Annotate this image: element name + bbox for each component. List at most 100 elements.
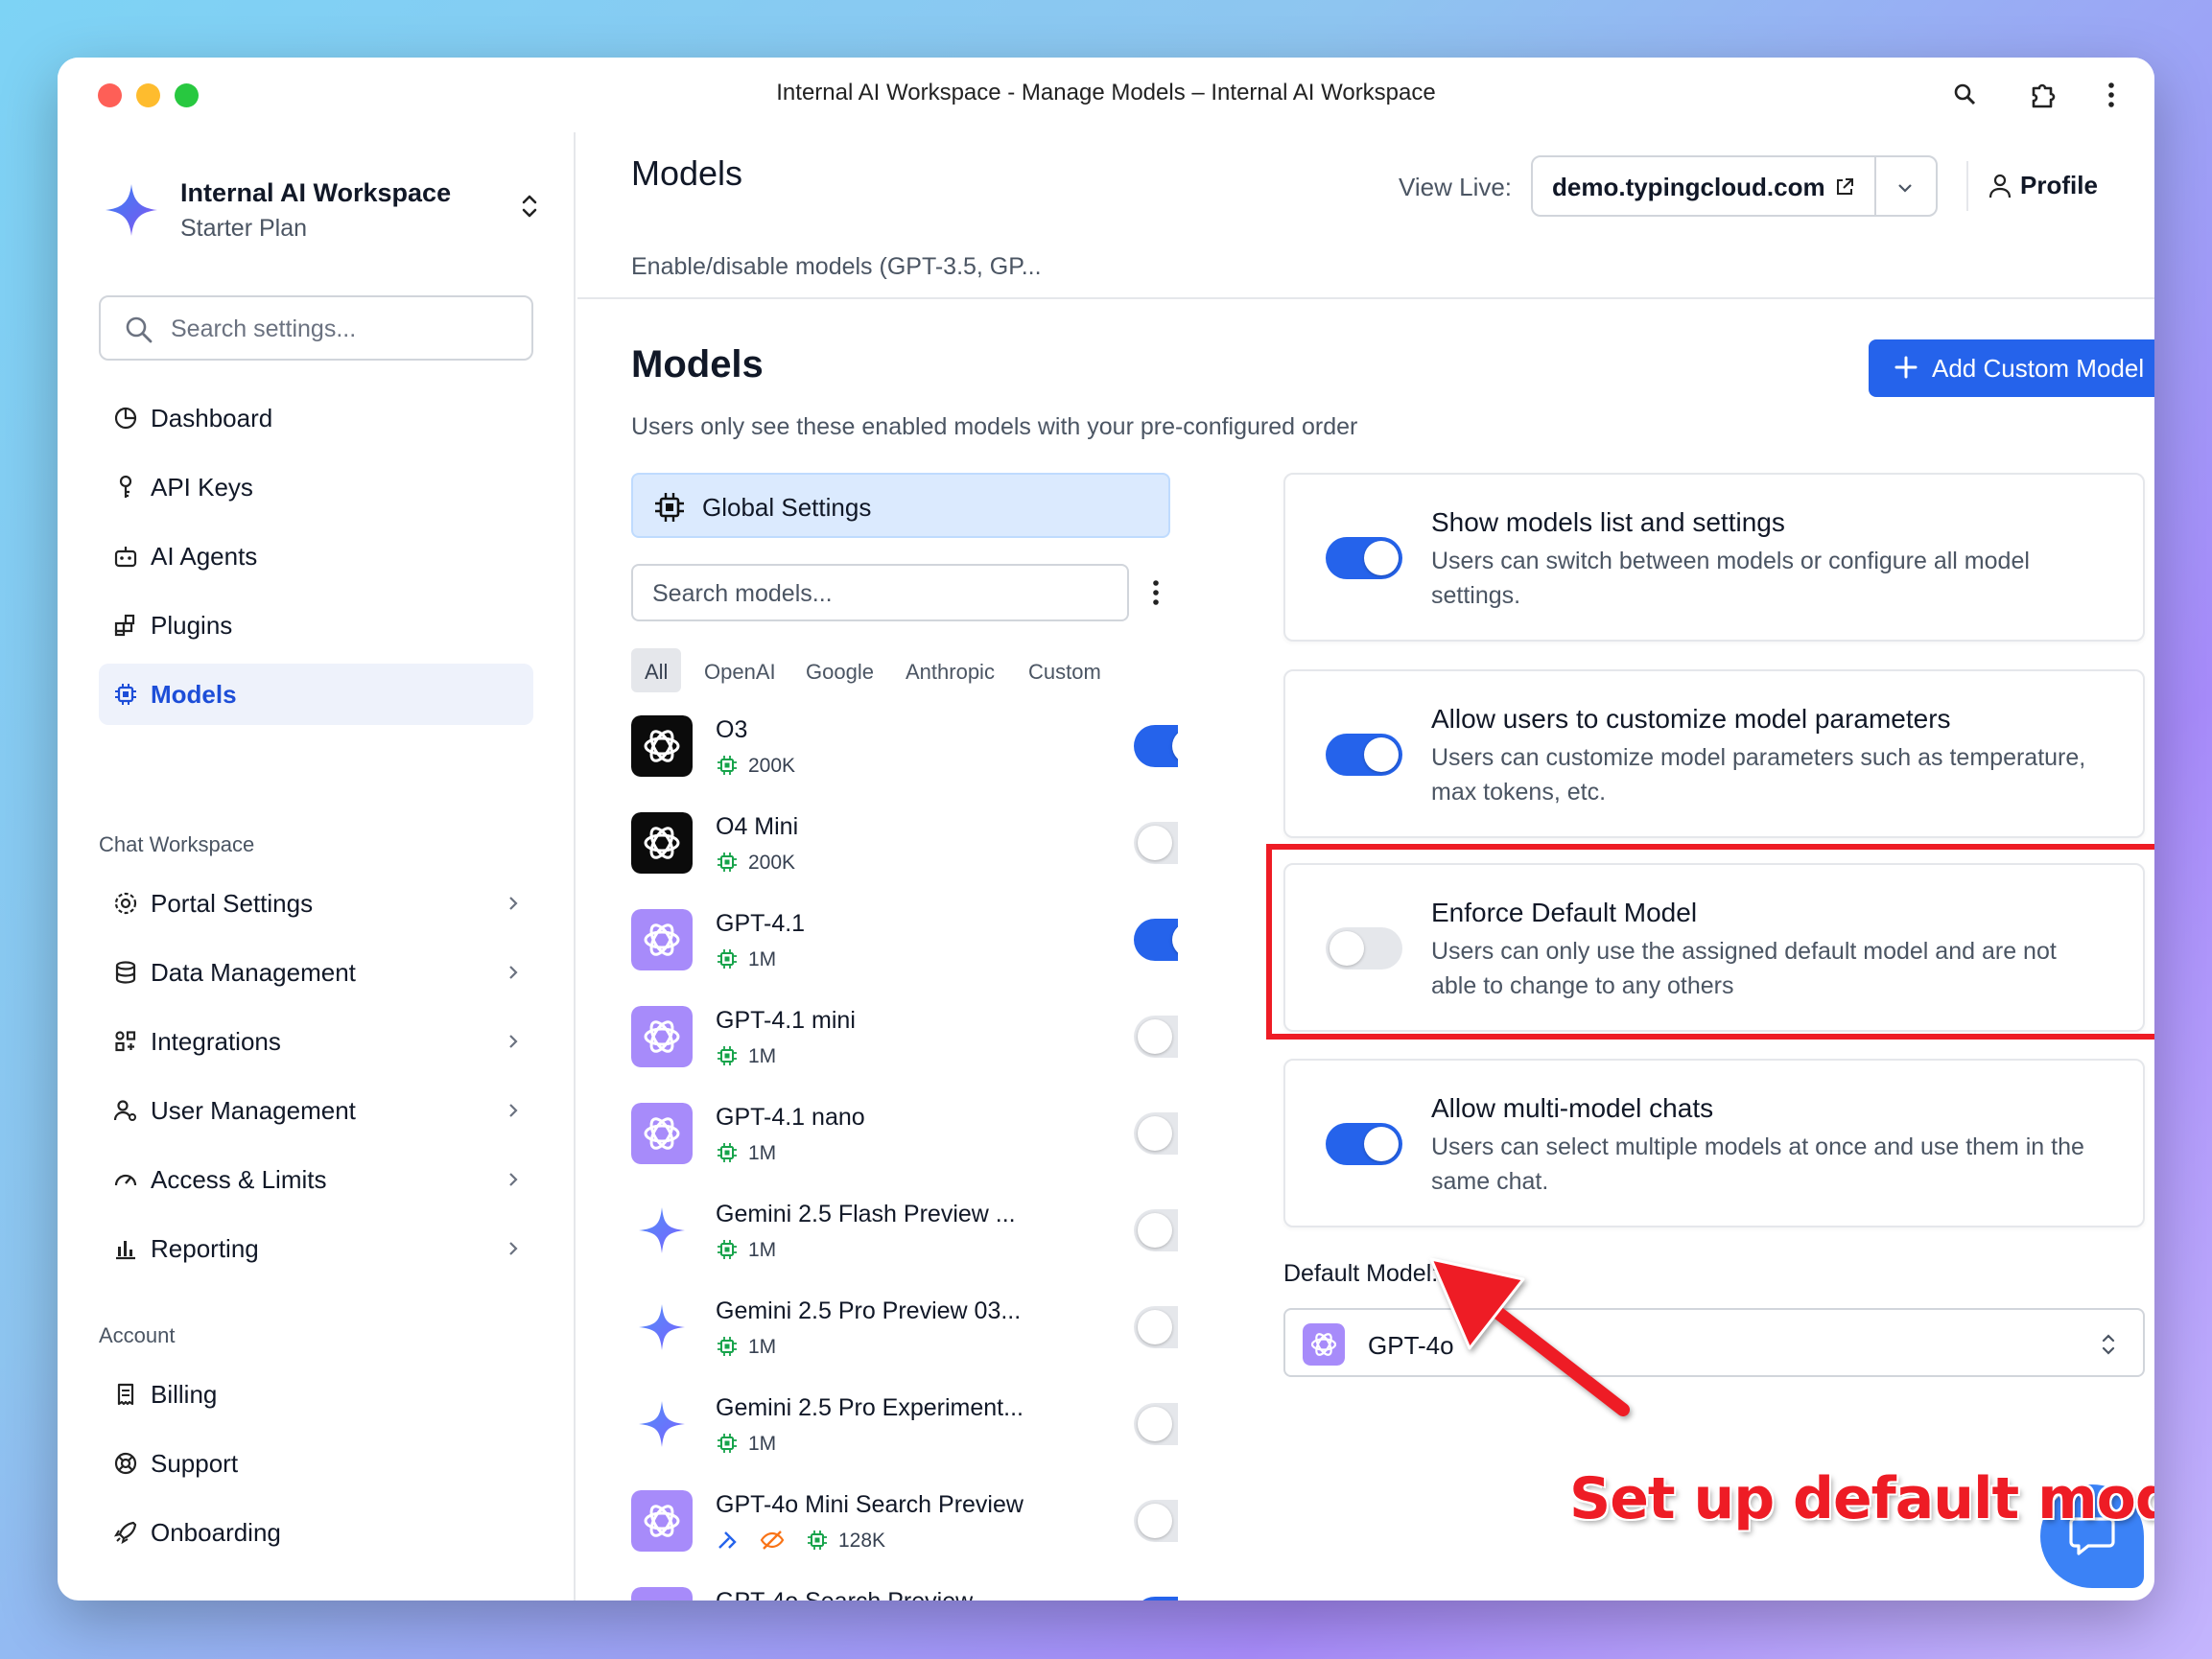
users-icon	[113, 1100, 136, 1121]
section-chat-workspace: Chat Workspace	[99, 832, 255, 856]
model-name: GPT-4.1	[716, 910, 806, 937]
sidebar-item-user-management[interactable]: User Management	[99, 1080, 533, 1141]
page-title: Models	[631, 153, 743, 193]
settings-search-input[interactable]: Search settings...	[99, 295, 533, 361]
sidebar-item-access-limits[interactable]: Access & Limits	[99, 1149, 533, 1210]
model-name: Gemini 2.5 Pro Experiment...	[716, 1394, 1024, 1421]
model-context: 1M	[748, 1045, 777, 1067]
context-chip-icon	[718, 949, 737, 969]
default-model-select[interactable]: GPT-4o	[1283, 1308, 2145, 1377]
model-toggle[interactable]	[1134, 1500, 1178, 1542]
sidebar-item-reporting[interactable]: Reporting	[99, 1218, 533, 1279]
model-toggle[interactable]	[1134, 1403, 1178, 1445]
page-subtitle: Enable/disable models (GPT-3.5, GP...	[631, 253, 1042, 280]
toggle-switch[interactable]	[1326, 1123, 1402, 1165]
context-chip-icon	[718, 1337, 737, 1356]
context-chip-icon	[808, 1530, 827, 1550]
openai-logo-icon	[631, 1103, 693, 1164]
chevron-right-icon	[509, 1242, 518, 1255]
bar-chart-icon	[116, 1241, 135, 1260]
add-custom-model-label: Add Custom Model	[1932, 354, 2145, 383]
model-toggle[interactable]	[1134, 822, 1178, 864]
annotation-label: Set up default model	[1569, 1465, 2154, 1532]
more-menu-icon[interactable]	[2091, 75, 2131, 115]
sidebar-item-label: Dashboard	[151, 404, 273, 432]
sidebar-item-integrations[interactable]: Integrations	[99, 1011, 533, 1072]
sidebar-item-api-keys[interactable]: API Keys	[99, 456, 533, 518]
add-custom-model-button[interactable]: Add Custom Model	[1869, 339, 2154, 397]
sidebar-item-ai-agents[interactable]: AI Agents	[99, 526, 533, 587]
zoom-icon[interactable]	[1945, 75, 1986, 115]
model-name: Gemini 2.5 Flash Preview ...	[716, 1201, 1016, 1227]
chevron-right-icon	[509, 966, 518, 979]
workspace-switcher[interactable]: Internal AI Workspace Starter Plan	[102, 171, 543, 247]
section-heading: Models	[631, 343, 764, 386]
bot-icon	[114, 547, 137, 568]
sidebar-item-label: Portal Settings	[151, 889, 314, 918]
toggle-knob	[1138, 1019, 1172, 1054]
model-context: 1M	[748, 1142, 777, 1164]
sidebar-item-portal-settings[interactable]: Portal Settings	[99, 873, 533, 934]
model-toggle[interactable]	[1134, 919, 1178, 961]
toggle-switch[interactable]	[1326, 734, 1402, 776]
model-row: Gemini 2.5 Flash Preview ... 1M	[631, 1200, 1178, 1286]
model-name: O4 Mini	[716, 813, 799, 840]
model-name: GPT-4.1 nano	[716, 1104, 865, 1131]
chevron-down-icon[interactable]	[1894, 176, 1917, 199]
sidebar-item-plugins[interactable]: Plugins	[99, 595, 533, 656]
sidebar-item-label: Access & Limits	[151, 1165, 327, 1194]
model-toggle[interactable]	[1134, 1597, 1178, 1601]
filter-anthropic[interactable]: Anthropic	[892, 648, 1008, 692]
sidebar-item-onboarding[interactable]: Onboarding	[99, 1502, 533, 1563]
sidebar-item-label: Onboarding	[151, 1518, 281, 1547]
main-content: Models Enable/disable models (GPT-3.5, G…	[577, 132, 2154, 1601]
sidebar: Internal AI Workspace Starter Plan Searc…	[58, 132, 576, 1601]
model-toggle[interactable]	[1134, 1209, 1178, 1251]
sidebar-item-data-management[interactable]: Data Management	[99, 942, 533, 1003]
model-search-input[interactable]: Search models...	[631, 564, 1129, 621]
filter-all[interactable]: All	[631, 648, 682, 692]
model-toggle[interactable]	[1134, 1112, 1178, 1155]
openai-logo-icon	[1303, 1323, 1345, 1366]
sidebar-item-label: API Keys	[151, 473, 253, 502]
domain-selector[interactable]: demo.typingcloud.com	[1531, 155, 1938, 217]
sidebar-item-dashboard[interactable]: Dashboard	[99, 387, 533, 449]
key-icon	[119, 475, 132, 498]
filter-openai[interactable]: OpenAI	[691, 648, 789, 692]
default-model-value: GPT-4o	[1368, 1331, 1454, 1360]
filter-google[interactable]: Google	[792, 648, 887, 692]
model-row: O4 Mini 200K	[631, 812, 1178, 899]
extensions-icon[interactable]	[2024, 75, 2064, 115]
model-row: GPT-4.1 nano 1M	[631, 1103, 1178, 1189]
model-toggle[interactable]	[1134, 725, 1178, 767]
filter-custom[interactable]: Custom	[1015, 648, 1115, 692]
sidebar-item-support[interactable]: Support	[99, 1433, 533, 1494]
toggle-switch[interactable]	[1326, 537, 1402, 579]
highlight-box	[1266, 844, 2154, 1040]
model-context: 1M	[748, 948, 777, 970]
sidebar-item-label: User Management	[151, 1096, 356, 1125]
model-row: GPT-4o Search Preview128K	[631, 1587, 1178, 1601]
openai-logo-icon	[631, 1587, 693, 1601]
sidebar-item-label: Plugins	[151, 611, 233, 640]
global-settings-tab[interactable]: Global Settings	[631, 473, 1170, 538]
model-toggle[interactable]	[1134, 1306, 1178, 1348]
title-bar: Internal AI Workspace - Manage Models – …	[58, 58, 2154, 132]
sidebar-item-billing[interactable]: Billing	[99, 1364, 533, 1425]
more-options-icon[interactable]	[1143, 575, 1168, 610]
chevron-right-icon	[509, 897, 518, 910]
sidebar-item-label: Data Management	[151, 958, 356, 987]
domain-link[interactable]: demo.typingcloud.com	[1552, 173, 1825, 202]
browser-window: Internal AI Workspace - Manage Models – …	[58, 58, 2154, 1601]
sidebar-item-models[interactable]: Models	[99, 664, 533, 725]
context-chip-icon	[718, 853, 737, 872]
model-toggle[interactable]	[1134, 1016, 1178, 1058]
external-link-icon[interactable]	[1834, 176, 1855, 198]
chevron-right-icon	[509, 1035, 518, 1048]
toggle-knob	[1364, 1127, 1399, 1161]
plus-icon	[1894, 356, 1918, 379]
model-row: O3 200K	[631, 715, 1178, 802]
setting-title: Allow multi-model chats	[1431, 1093, 1714, 1123]
context-chip-icon	[718, 1143, 737, 1162]
gemini-logo-icon	[639, 1207, 685, 1253]
